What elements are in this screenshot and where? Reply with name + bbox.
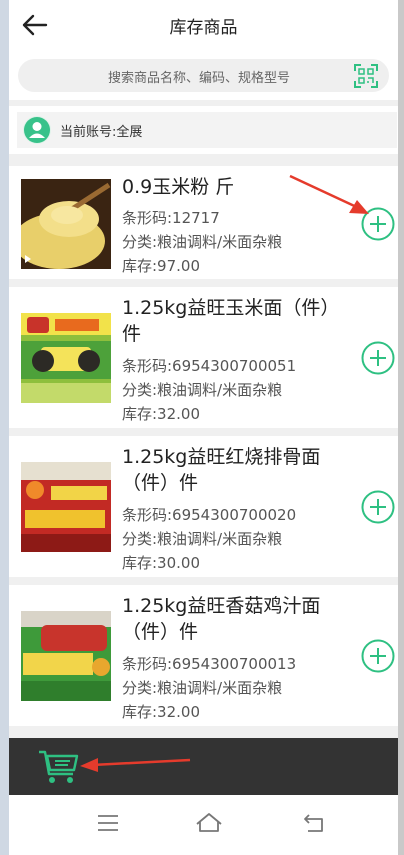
product-stock: 库存:30.00 (122, 554, 200, 572)
product-stock: 库存:97.00 (122, 257, 200, 275)
product-name: 1.25kg益旺红烧排骨面（件）件 (122, 446, 321, 494)
product-item[interactable]: 1.25kg益旺香菇鸡汁面（件）件 条形码:6954300700013 分类:粮… (9, 585, 398, 726)
scrollbar-track (398, 0, 404, 855)
product-stock: 库存:32.00 (122, 405, 200, 423)
app-screen: 库存商品 搜索商品名称、编码、规格型号 当前账号:全展 0.9玉米粉 斤 条形码… (9, 0, 398, 855)
product-category: 分类:粮油调料/米面杂粮 (122, 381, 283, 399)
system-nav-bar (9, 795, 398, 855)
product-stock: 库存:32.00 (122, 703, 200, 721)
account-info: 当前账号:全展 (17, 112, 397, 148)
cart-icon[interactable] (37, 746, 81, 786)
menu-icon[interactable] (93, 809, 123, 837)
home-icon[interactable] (194, 809, 224, 837)
product-image (21, 462, 111, 552)
product-barcode: 条形码:6954300700020 (122, 506, 297, 524)
header: 库存商品 (9, 0, 398, 50)
product-category: 分类:粮油调料/米面杂粮 (122, 679, 283, 697)
product-name: 1.25kg益旺香菇鸡汁面（件）件 (122, 595, 321, 643)
product-name: 1.25kg益旺玉米面（件）件 (122, 297, 330, 345)
product-item[interactable]: 1.25kg益旺红烧排骨面（件）件 条形码:6954300700020 分类:粮… (9, 436, 398, 577)
product-image (21, 179, 111, 269)
product-item[interactable]: 1.25kg益旺玉米面（件）件 条形码:6954300700051 分类:粮油调… (9, 287, 398, 428)
add-icon[interactable] (361, 639, 395, 673)
product-name: 0.9玉米粉 斤 (122, 176, 235, 198)
product-category: 分类:粮油调料/米面杂粮 (122, 233, 283, 251)
product-item[interactable]: 0.9玉米粉 斤 条形码:12717 分类:粮油调料/米面杂粮 库存:97.00 (9, 166, 398, 279)
product-barcode: 条形码:6954300700013 (122, 655, 297, 673)
back-nav-icon[interactable] (299, 809, 329, 837)
account-bar: 当前账号:全展 (9, 106, 398, 154)
scan-icon[interactable] (353, 63, 379, 89)
product-image (21, 611, 111, 701)
background-window-edge (0, 0, 9, 855)
add-icon[interactable] (361, 207, 395, 241)
user-icon (24, 117, 50, 143)
product-barcode: 条形码:12717 (122, 209, 220, 227)
add-icon[interactable] (361, 341, 395, 375)
product-barcode: 条形码:6954300700051 (122, 357, 297, 375)
avatar (23, 116, 51, 144)
search-input[interactable]: 搜索商品名称、编码、规格型号 (18, 59, 389, 92)
cart-bar (9, 738, 398, 795)
add-icon[interactable] (361, 490, 395, 524)
product-image (21, 313, 111, 403)
search-bar: 搜索商品名称、编码、规格型号 (9, 50, 398, 100)
page-title: 库存商品 (169, 18, 238, 38)
search-placeholder: 搜索商品名称、编码、规格型号 (108, 71, 291, 86)
product-category: 分类:粮油调料/米面杂粮 (122, 530, 283, 548)
account-label: 当前账号:全展 (60, 125, 143, 140)
